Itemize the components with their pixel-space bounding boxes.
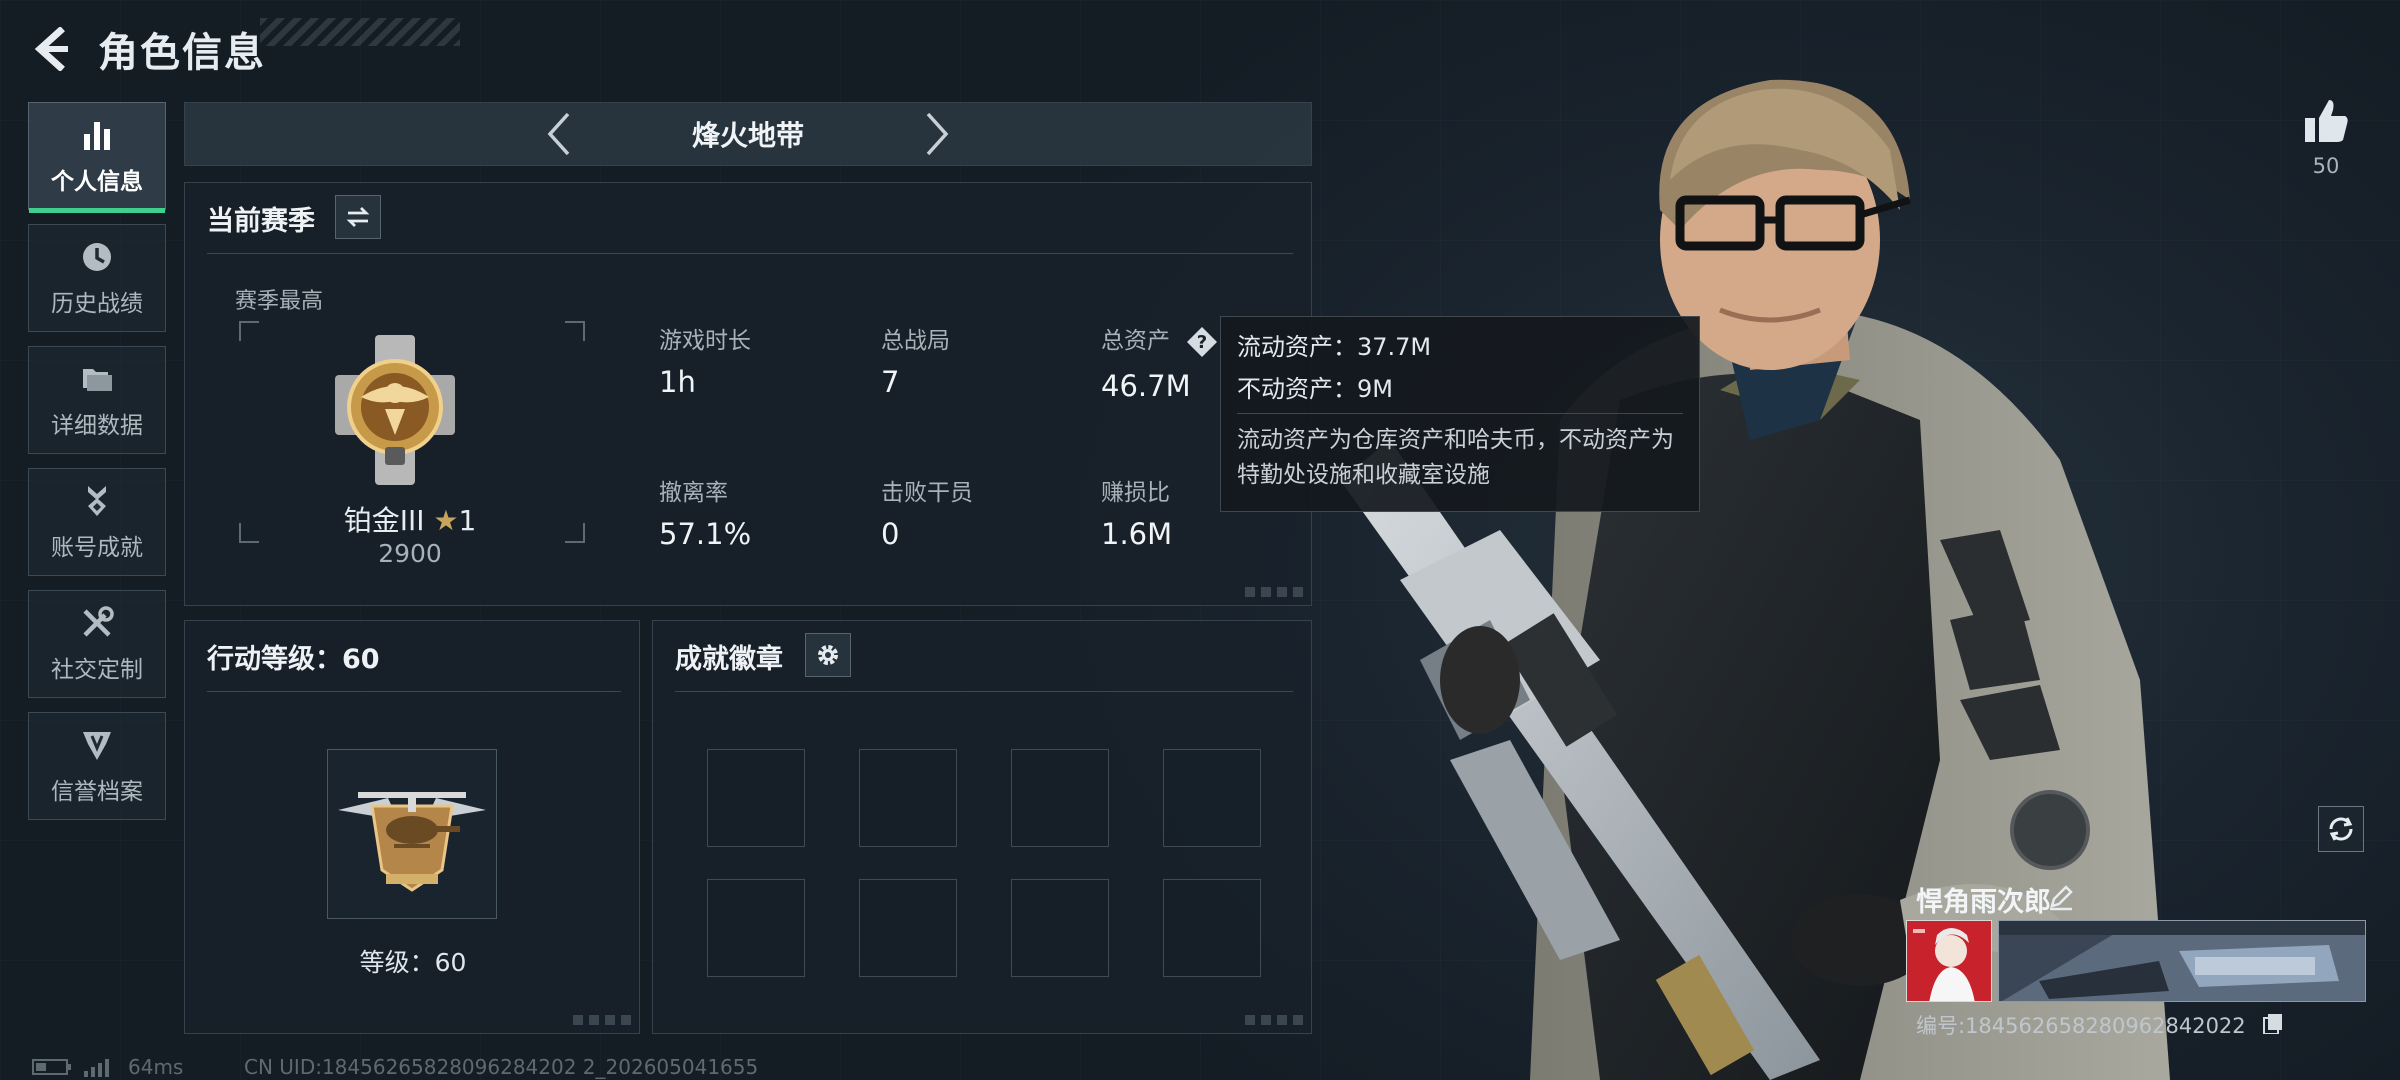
help-icon[interactable]: ? (1185, 325, 1219, 359)
chevron-left-icon (547, 112, 570, 156)
like-button[interactable]: 50 (2296, 96, 2356, 178)
refresh-button[interactable] (2318, 806, 2364, 852)
thumbs-up-icon (2305, 100, 2348, 142)
helicopter-badge-icon (338, 792, 486, 892)
stat-total-assets: 总资产 ? 46.7M (1101, 321, 1219, 403)
bar-chart-icon (84, 122, 110, 150)
mode-selector: 烽火地带 (184, 102, 1312, 166)
sidebar-item-label: 历史战绩 (51, 291, 143, 317)
avatar[interactable] (1906, 920, 1992, 1002)
level-badge (327, 749, 497, 919)
folder-icon (83, 369, 112, 391)
clock-icon (83, 243, 111, 271)
achievements-settings-button[interactable] (805, 633, 851, 677)
divider (207, 691, 621, 692)
level-text: 等级：60 (359, 948, 467, 977)
season-switch-button[interactable] (335, 195, 381, 239)
rank-score: 2900 (378, 539, 442, 568)
panel-decoration (1245, 587, 1303, 597)
chevron-left-icon (34, 27, 68, 71)
medal-icon (88, 486, 106, 516)
back-button[interactable] (26, 18, 74, 80)
badge-slot[interactable] (1163, 749, 1261, 847)
rank-badge-icon (335, 335, 455, 485)
panel-decoration (1245, 1015, 1303, 1025)
tools-icon (83, 606, 114, 637)
mode-next-button[interactable] (913, 102, 961, 166)
badge-slot[interactable] (1163, 879, 1261, 977)
sidebar-item-label: 信誉档案 (51, 779, 143, 805)
achievements-panel: 成就徽章 (652, 620, 1312, 1034)
season-title: 当前赛季 (207, 206, 315, 237)
sidebar-item-detailed-data[interactable]: 详细数据 (28, 346, 166, 454)
uid-text: CN UID:18456265828096284202 2_2026050416… (244, 1055, 759, 1079)
sidebar-item-label: 账号成就 (51, 535, 143, 561)
sidebar-item-achievements[interactable]: 账号成就 (28, 468, 166, 576)
stat-profit-loss: 赚损比 1.6M (1101, 480, 1173, 551)
mode-prev-button[interactable] (535, 102, 583, 166)
ping-text: 64ms (128, 1055, 184, 1079)
svg-text:?: ? (1197, 332, 1207, 353)
sidebar: 个人信息 历史战绩 详细数据 账号成就 社交定制 信誉档案 (28, 102, 166, 834)
sidebar-item-label: 个人信息 (51, 169, 143, 195)
header: 角色信息 (26, 18, 266, 80)
badge-slot[interactable] (1011, 879, 1109, 977)
mode-title: 烽火地带 (691, 119, 804, 152)
stat-play-time: 游戏时长 1h (659, 328, 751, 399)
sidebar-item-label: 详细数据 (51, 413, 143, 439)
sidebar-item-reputation[interactable]: 信誉档案 (28, 712, 166, 820)
page-title: 角色信息 (98, 30, 266, 76)
edit-icon[interactable] (2046, 882, 2076, 912)
swap-icon (346, 207, 370, 227)
player-id: 编号:18456265828096284202​2 (1916, 1014, 2246, 1038)
season-best-label: 赛季最高 (235, 289, 324, 314)
level-panel: 行动等级：60 等级：60 (184, 620, 640, 1034)
sidebar-item-label: 社交定制 (51, 657, 143, 683)
rank-name: 铂金III ★1 (343, 504, 477, 537)
player-name: 悍角雨次郎 (1916, 887, 2051, 918)
chevron-right-icon (926, 112, 949, 156)
badge-slot[interactable] (707, 749, 805, 847)
stat-total-matches: 总战局 7 (881, 328, 950, 399)
stat-operators-defeated: 击败干员 0 (881, 480, 973, 551)
copy-icon[interactable] (2262, 1012, 2284, 1034)
sidebar-item-social-custom[interactable]: 社交定制 (28, 590, 166, 698)
badge-slot[interactable] (859, 879, 957, 977)
gear-icon (818, 645, 838, 665)
sidebar-item-history[interactable]: 历史战绩 (28, 224, 166, 332)
nameplate-image (1999, 921, 2365, 1001)
assets-tooltip: 流动资产：37.7M 不动资产：9M 流动资产为仓库资产和哈夫币，不动资产为特勤… (1220, 316, 1700, 512)
season-panel: 当前赛季 赛季最高 铂金III ★1 2900 游戏时长 1h 总战局 7 总资 (184, 182, 1312, 606)
divider (207, 253, 1293, 254)
tooltip-liquid-assets: 流动资产：37.7M (1237, 333, 1432, 361)
achievements-title: 成就徽章 (675, 644, 783, 675)
status-bar: 64ms (32, 1054, 183, 1080)
badge-slot[interactable] (1011, 749, 1109, 847)
panel-decoration (573, 1015, 631, 1025)
nameplate-card[interactable] (1998, 920, 2366, 1002)
badge-slot[interactable] (707, 879, 805, 977)
star-icon: ★ (433, 504, 459, 537)
avatar-image (1907, 921, 1991, 1001)
tooltip-description: 流动资产为仓库资产和哈夫币，不动资产为特勤处设施和收藏室设施 (1237, 427, 1674, 488)
refresh-icon (2329, 817, 2353, 841)
level-title: 行动等级：60 (207, 644, 380, 675)
battery-icon (32, 1059, 71, 1075)
tooltip-fixed-assets: 不动资产：9M (1237, 375, 1393, 403)
like-count: 50 (2312, 154, 2340, 178)
badge-slot[interactable] (859, 749, 957, 847)
title-decoration (260, 18, 460, 46)
divider (1237, 413, 1683, 414)
shield-icon (83, 732, 111, 760)
signal-icon (84, 1059, 109, 1077)
sidebar-item-personal-info[interactable]: 个人信息 (28, 102, 166, 213)
stat-extraction-rate: 撤离率 57.1% (659, 480, 752, 551)
divider (675, 691, 1293, 692)
